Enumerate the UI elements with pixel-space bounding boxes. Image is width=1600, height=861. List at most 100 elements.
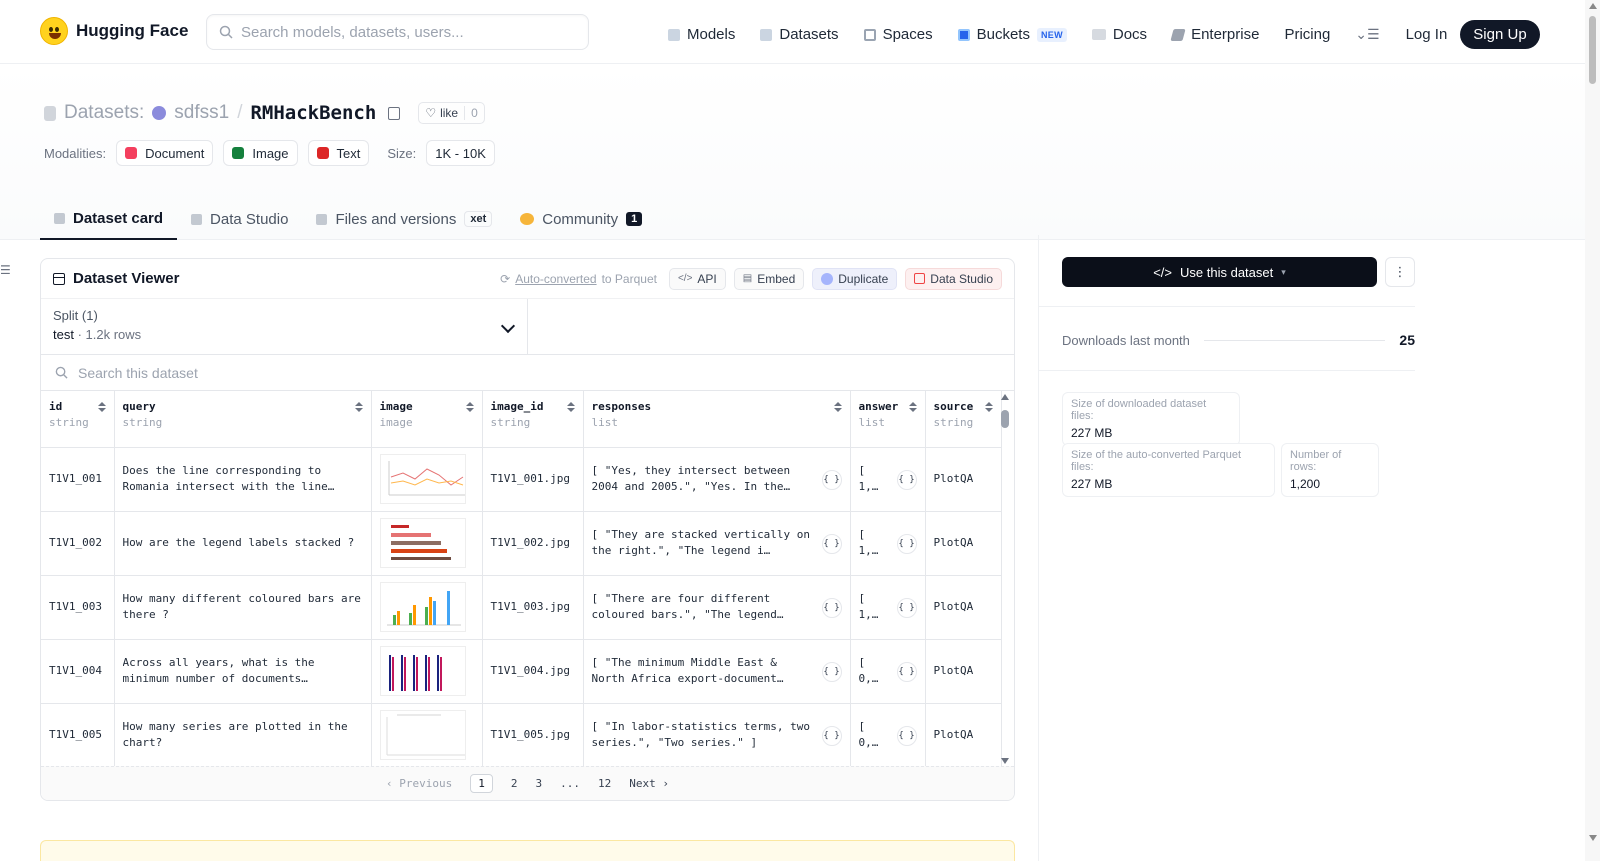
cell-image[interactable] — [371, 511, 483, 576]
embed-button[interactable]: ▤ Embed — [733, 267, 805, 290]
nav-docs[interactable]: Docs — [1091, 23, 1147, 47]
tab-label: Dataset card — [73, 209, 164, 227]
page-scrollbar[interactable] — [1585, 0, 1600, 861]
expand-json-icon[interactable]: { } — [821, 661, 842, 682]
table-row[interactable]: T1V1_003 How many different coloured bar… — [41, 575, 1002, 640]
sort-icon[interactable] — [355, 402, 363, 412]
column-header-image-id[interactable]: image_id string — [482, 391, 584, 448]
nav-spaces[interactable]: Spaces — [863, 23, 933, 47]
org-link[interactable]: sdfss1 — [174, 102, 229, 124]
nav-enterprise[interactable]: Enterprise — [1170, 23, 1259, 47]
column-header-responses[interactable]: responses list — [583, 391, 851, 448]
modality-text[interactable]: Text — [307, 140, 370, 166]
api-button[interactable]: </> API — [668, 267, 726, 290]
more-options-button[interactable]: ⋮ — [1385, 257, 1415, 287]
data-studio-button[interactable]: Data Studio — [905, 267, 1002, 290]
previous-page-button[interactable]: ‹ Previous — [386, 777, 452, 790]
toc-toggle-icon[interactable]: ☰ — [0, 263, 11, 277]
chart-thumbnail[interactable] — [379, 454, 466, 504]
tab-files-and-versions[interactable]: Files and versions xet — [302, 198, 506, 240]
next-page-button[interactable]: Next › — [629, 777, 669, 790]
code-icon: </> — [1153, 264, 1173, 280]
scroll-up-icon[interactable] — [1001, 394, 1009, 400]
global-search-input[interactable] — [241, 23, 571, 41]
nav-buckets[interactable]: Buckets NEW — [957, 23, 1067, 47]
scroll-thumb[interactable] — [1589, 16, 1596, 84]
nav-datasets[interactable]: Datasets — [760, 23, 839, 47]
signup-button[interactable]: Sign Up — [1460, 20, 1540, 49]
scroll-down-icon[interactable] — [1589, 835, 1597, 841]
expand-json-icon[interactable]: { } — [896, 661, 917, 682]
page-2-button[interactable]: 2 — [511, 777, 518, 790]
column-header-source[interactable]: source string — [925, 391, 1002, 448]
duplicate-button[interactable]: Duplicate — [812, 267, 898, 290]
sort-icon[interactable] — [909, 402, 917, 412]
modality-image[interactable]: Image — [223, 140, 298, 166]
expand-json-icon[interactable]: { } — [896, 597, 917, 618]
chart-thumbnail[interactable] — [379, 582, 466, 632]
sort-icon[interactable] — [985, 402, 993, 412]
expand-json-icon[interactable]: { } — [821, 469, 842, 490]
dataset-search[interactable] — [41, 355, 1014, 391]
page-12-button[interactable]: 12 — [598, 777, 611, 790]
tab-dataset-card[interactable]: Dataset card — [40, 198, 178, 240]
scroll-thumb[interactable] — [1001, 410, 1009, 428]
table-row[interactable]: T1V1_005 How many series are plotted in … — [41, 703, 1002, 768]
dataset-name[interactable]: RMHackBench — [250, 102, 376, 124]
tab-community[interactable]: Community 1 — [506, 198, 656, 240]
expand-json-icon[interactable]: { } — [896, 469, 917, 490]
brand-logo[interactable]: Hugging Face — [40, 17, 188, 45]
sort-icon[interactable] — [567, 402, 575, 412]
expand-json-icon[interactable]: { } — [821, 597, 842, 618]
cell-image[interactable] — [371, 447, 483, 512]
column-name: image — [379, 400, 413, 413]
expand-json-icon[interactable]: { } — [821, 725, 842, 746]
chevron-down-icon: ▾ — [1281, 266, 1286, 277]
page-3-button[interactable]: 3 — [535, 777, 542, 790]
column-header-answer[interactable]: answer list — [850, 391, 926, 448]
dataset-search-input[interactable] — [78, 364, 478, 381]
table-row[interactable]: T1V1_001 Does the line corresponding to … — [41, 447, 1002, 512]
like-button[interactable]: ♡ like 0 — [418, 102, 485, 124]
breadcrumb-section[interactable]: Datasets: — [64, 102, 144, 124]
sort-icon[interactable] — [466, 402, 474, 412]
more-menu-icon[interactable]: ⌄☰ — [1355, 26, 1379, 43]
column-header-image[interactable]: image image — [371, 391, 483, 448]
expand-json-icon[interactable]: { } — [821, 533, 842, 554]
chart-thumbnail[interactable] — [379, 646, 466, 696]
expand-json-icon[interactable]: { } — [896, 533, 917, 554]
expand-json-icon[interactable]: { } — [896, 725, 917, 746]
table-row[interactable]: T1V1_002 How are the legend labels stack… — [41, 511, 1002, 576]
divider — [1038, 370, 1415, 371]
sort-icon[interactable] — [98, 402, 106, 412]
scroll-up-icon[interactable] — [1589, 3, 1597, 9]
cell-responses: [ "They are stacked vertically on the ri… — [583, 511, 851, 576]
cell-image-id: T1V1_004.jpg — [482, 639, 584, 704]
cell-image[interactable] — [371, 639, 483, 704]
copy-icon[interactable] — [388, 106, 401, 120]
sort-icon[interactable] — [834, 402, 842, 412]
chart-thumbnail[interactable] — [379, 710, 466, 760]
page-1-button[interactable]: 1 — [470, 774, 493, 793]
scroll-down-icon[interactable] — [1001, 758, 1009, 764]
table-row[interactable]: T1V1_004 Across all years, what is the m… — [41, 639, 1002, 704]
table-scrollbar[interactable] — [1001, 394, 1009, 764]
column-type: string — [490, 416, 531, 429]
column-header-id[interactable]: id string — [41, 391, 115, 448]
login-link[interactable]: Log In — [1406, 26, 1448, 43]
auto-converted-link[interactable]: Auto-converted — [515, 272, 596, 286]
nav-models[interactable]: Models — [668, 23, 735, 47]
size-chip[interactable]: 1K - 10K — [426, 140, 495, 166]
column-header-query[interactable]: query string — [114, 391, 372, 448]
stat-row-count: Number of rows: 1,200 — [1281, 443, 1379, 497]
modality-document[interactable]: Document — [116, 140, 214, 166]
use-this-dataset-button[interactable]: </> Use this dataset ▾ — [1062, 257, 1377, 287]
nav-pricing[interactable]: Pricing — [1284, 23, 1330, 47]
tab-data-studio[interactable]: Data Studio — [177, 198, 302, 240]
cell-image[interactable] — [371, 703, 483, 768]
like-count: 0 — [464, 106, 484, 120]
global-search[interactable] — [206, 14, 589, 50]
chart-thumbnail[interactable] — [379, 518, 466, 568]
split-selector[interactable]: Split (1) test · 1.2k rows — [41, 299, 528, 354]
cell-image[interactable] — [371, 575, 483, 640]
